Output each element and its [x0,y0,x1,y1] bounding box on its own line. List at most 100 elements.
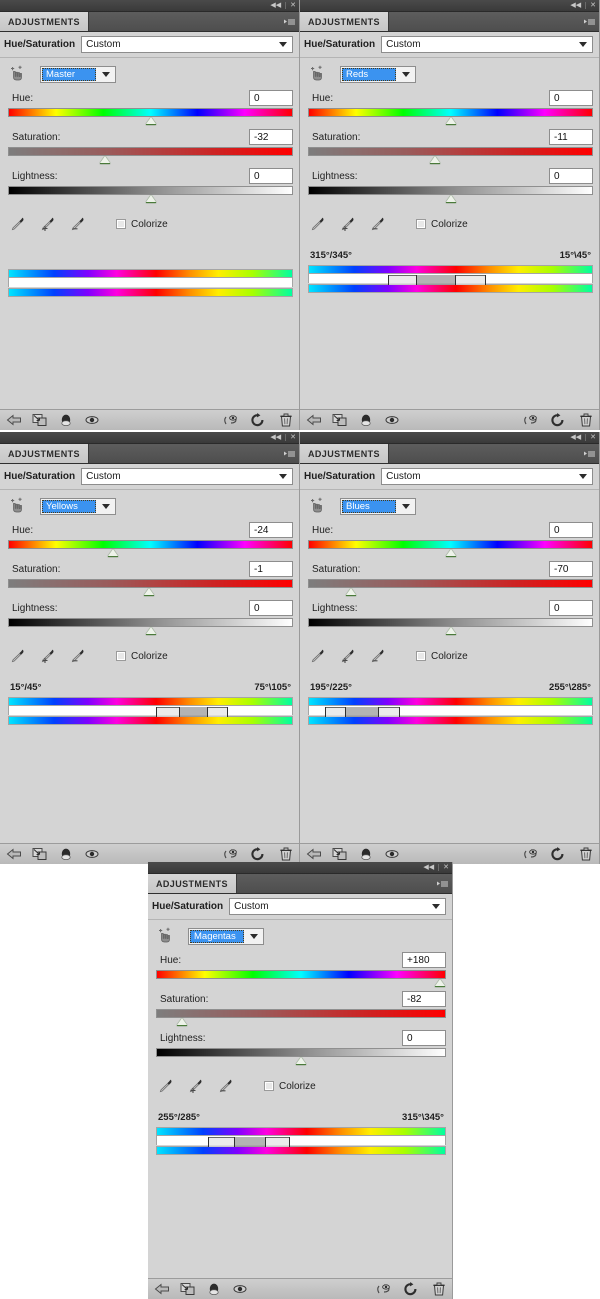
adjustment-dot-icon[interactable] [206,1282,221,1296]
reset-icon[interactable] [550,847,565,861]
eyedropper-icon[interactable] [10,648,26,664]
reset-icon[interactable] [403,1282,418,1296]
on-image-adjust-button[interactable] [8,497,26,515]
preview-toggle-icon[interactable] [375,1282,390,1296]
preview-toggle-icon[interactable] [222,847,237,861]
channel-dropdown-button[interactable] [397,498,415,514]
colorize-control[interactable]: Colorize [264,1081,316,1092]
slider-thumb-saturation[interactable] [345,588,356,596]
reset-icon[interactable] [250,847,265,861]
collapse-icon[interactable]: ◀◀ [423,864,434,871]
slider-track-hue[interactable] [156,970,446,979]
eyedropper-subtract-icon[interactable] [370,648,386,664]
slider-thumb-hue[interactable] [445,117,456,125]
visibility-eye-icon[interactable] [384,847,399,861]
on-image-adjust-button[interactable] [8,65,26,83]
value-saturation[interactable]: -11 [549,129,593,145]
panel-menu-icon[interactable] [437,881,448,886]
preset-dropdown[interactable]: Custom [381,36,593,53]
preview-toggle-icon[interactable] [222,413,237,427]
on-image-adjust-button[interactable] [308,65,326,83]
back-arrow-icon[interactable] [154,1282,169,1296]
panel-menu-icon[interactable] [584,19,595,24]
value-saturation[interactable]: -82 [402,991,446,1007]
adjustment-dot-icon[interactable] [58,847,73,861]
channel-dropdown-button[interactable] [397,66,415,82]
slider-thumb-saturation[interactable] [144,588,155,596]
slider-track-lightness[interactable] [8,186,293,195]
clip-to-layer-icon[interactable] [332,413,347,427]
slider-thumb-lightness[interactable] [145,195,156,203]
value-saturation[interactable]: -1 [249,561,293,577]
slider-thumb-hue[interactable] [108,549,119,557]
slider-track-saturation[interactable] [8,579,293,588]
channel-dropdown-button[interactable] [245,928,263,944]
eyedropper-add-icon[interactable] [188,1078,204,1094]
value-hue[interactable]: 0 [549,90,593,106]
slider-thumb-hue[interactable] [145,117,156,125]
eyedropper-subtract-icon[interactable] [70,648,86,664]
colorize-control[interactable]: Colorize [116,219,168,230]
slider-track-saturation[interactable] [156,1009,446,1018]
eyedropper-add-icon[interactable] [40,216,56,232]
eyedropper-icon[interactable] [10,216,26,232]
slider-track-hue[interactable] [308,108,593,117]
value-lightness[interactable]: 0 [249,168,293,184]
back-arrow-icon[interactable] [6,413,21,427]
slider-track-saturation[interactable] [308,579,593,588]
eyedropper-add-icon[interactable] [340,648,356,664]
panel-menu-icon[interactable] [284,19,295,24]
value-hue[interactable]: -24 [249,522,293,538]
channel-dropdown[interactable]: Magentas [188,927,264,945]
back-arrow-icon[interactable] [306,413,321,427]
panel-menu-icon[interactable] [284,451,295,456]
reset-icon[interactable] [250,413,265,427]
clip-to-layer-icon[interactable] [332,847,347,861]
tab-adjustments[interactable]: ADJUSTMENTS [300,12,389,31]
delete-icon[interactable] [278,413,293,427]
slider-thumb-saturation[interactable] [177,1018,188,1026]
close-icon[interactable]: ✕ [443,864,449,871]
value-lightness[interactable]: 0 [402,1030,446,1046]
channel-dropdown[interactable]: Blues [340,497,416,515]
eyedropper-subtract-icon[interactable] [370,216,386,232]
on-image-adjust-button[interactable] [156,927,174,945]
clip-to-layer-icon[interactable] [32,847,47,861]
collapse-icon[interactable]: ◀◀ [570,2,581,9]
slider-thumb-lightness[interactable] [145,627,156,635]
preview-toggle-icon[interactable] [522,413,537,427]
value-hue[interactable]: +180 [402,952,446,968]
tab-adjustments[interactable]: ADJUSTMENTS [148,874,237,893]
delete-icon[interactable] [578,413,593,427]
slider-track-hue[interactable] [8,108,293,117]
back-arrow-icon[interactable] [6,847,21,861]
eyedropper-icon[interactable] [310,216,326,232]
delete-icon[interactable] [578,847,593,861]
clip-to-layer-icon[interactable] [180,1282,195,1296]
colorize-checkbox[interactable] [264,1081,274,1091]
close-icon[interactable]: ✕ [590,434,596,441]
tab-adjustments[interactable]: ADJUSTMENTS [300,444,389,463]
colorize-checkbox[interactable] [116,219,126,229]
colorize-control[interactable]: Colorize [416,651,468,662]
preset-dropdown[interactable]: Custom [81,468,293,485]
panel-menu-icon[interactable] [584,451,595,456]
slider-thumb-saturation[interactable] [429,156,440,164]
eyedropper-icon[interactable] [310,648,326,664]
channel-dropdown[interactable]: Yellows [40,497,116,515]
clip-to-layer-icon[interactable] [32,413,47,427]
preview-toggle-icon[interactable] [522,847,537,861]
colorize-checkbox[interactable] [416,219,426,229]
tab-adjustments[interactable]: ADJUSTMENTS [0,444,89,463]
collapse-icon[interactable]: ◀◀ [570,434,581,441]
visibility-eye-icon[interactable] [232,1282,247,1296]
slider-thumb-lightness[interactable] [296,1057,306,1065]
slider-track-lightness[interactable] [308,618,593,627]
on-image-adjust-button[interactable] [308,497,326,515]
channel-dropdown[interactable]: Master [40,65,116,83]
slider-track-hue[interactable] [8,540,293,549]
eyedropper-subtract-icon[interactable] [70,216,86,232]
value-lightness[interactable]: 0 [249,600,293,616]
slider-track-saturation[interactable] [8,147,293,156]
eyedropper-icon[interactable] [158,1078,174,1094]
